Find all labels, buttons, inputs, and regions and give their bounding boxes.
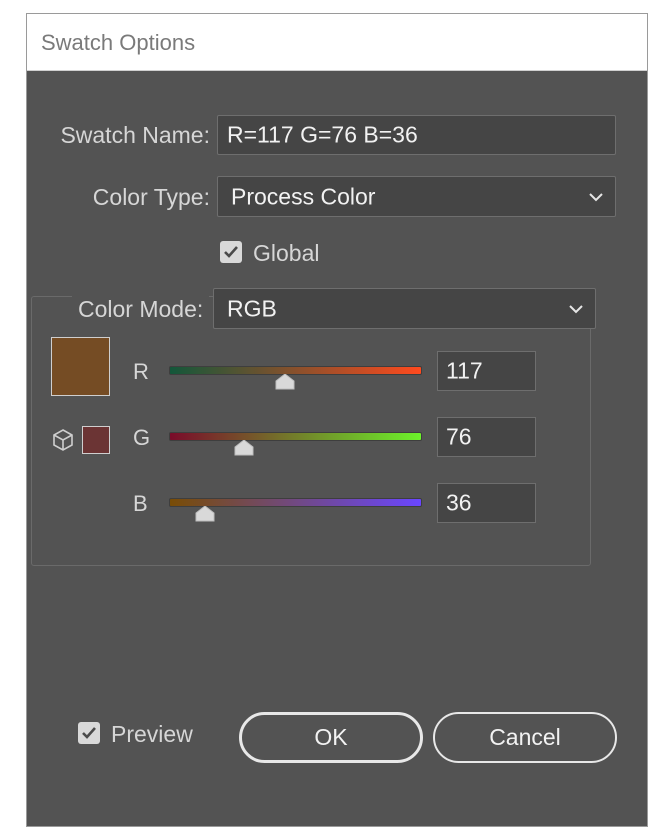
swatch-name-label: Swatch Name: bbox=[60, 122, 210, 148]
global-checkbox[interactable] bbox=[220, 241, 242, 263]
color-type-label: Color Type: bbox=[92, 184, 210, 210]
preview-checkbox[interactable] bbox=[78, 722, 100, 744]
color-mode-dropdown[interactable]: RGB bbox=[213, 288, 596, 329]
cancel-button[interactable]: Cancel bbox=[433, 712, 617, 763]
chevron-down-icon bbox=[569, 304, 583, 313]
cube-icon[interactable] bbox=[51, 428, 75, 452]
green-slider-thumb[interactable] bbox=[234, 440, 254, 456]
swatch-name-value: R=117 G=76 B=36 bbox=[227, 121, 418, 148]
global-label: Global bbox=[253, 240, 320, 266]
red-value: 117 bbox=[446, 357, 483, 384]
checkmark-icon bbox=[224, 246, 238, 258]
color-mode-value: RGB bbox=[227, 295, 277, 321]
blue-value: 36 bbox=[446, 489, 472, 516]
swatch-name-input[interactable]: R=117 G=76 B=36 bbox=[217, 115, 616, 155]
green-slider-track[interactable] bbox=[169, 432, 422, 441]
red-channel-label: R bbox=[133, 359, 149, 384]
green-value-input[interactable]: 76 bbox=[437, 417, 536, 457]
blue-value-input[interactable]: 36 bbox=[437, 483, 536, 523]
ok-button[interactable]: OK bbox=[239, 712, 423, 763]
preview-label: Preview bbox=[111, 721, 193, 747]
green-value: 76 bbox=[446, 423, 472, 450]
red-slider-thumb[interactable] bbox=[275, 374, 295, 390]
checkmark-icon bbox=[82, 727, 96, 739]
red-slider-track[interactable] bbox=[169, 366, 422, 375]
red-value-input[interactable]: 117 bbox=[437, 351, 536, 391]
chevron-down-icon bbox=[589, 192, 603, 201]
out-of-gamut-swatch[interactable] bbox=[82, 426, 110, 454]
blue-channel-label: B bbox=[133, 491, 148, 516]
title-bar: Swatch Options bbox=[27, 14, 647, 71]
color-type-dropdown[interactable]: Process Color bbox=[217, 176, 616, 217]
color-type-value: Process Color bbox=[231, 183, 376, 209]
color-preview-swatch bbox=[51, 337, 110, 396]
green-channel-label: G bbox=[133, 425, 151, 450]
color-mode-label: Color Mode: bbox=[72, 296, 210, 323]
blue-slider-thumb[interactable] bbox=[195, 506, 215, 522]
window-title: Swatch Options bbox=[41, 30, 196, 55]
